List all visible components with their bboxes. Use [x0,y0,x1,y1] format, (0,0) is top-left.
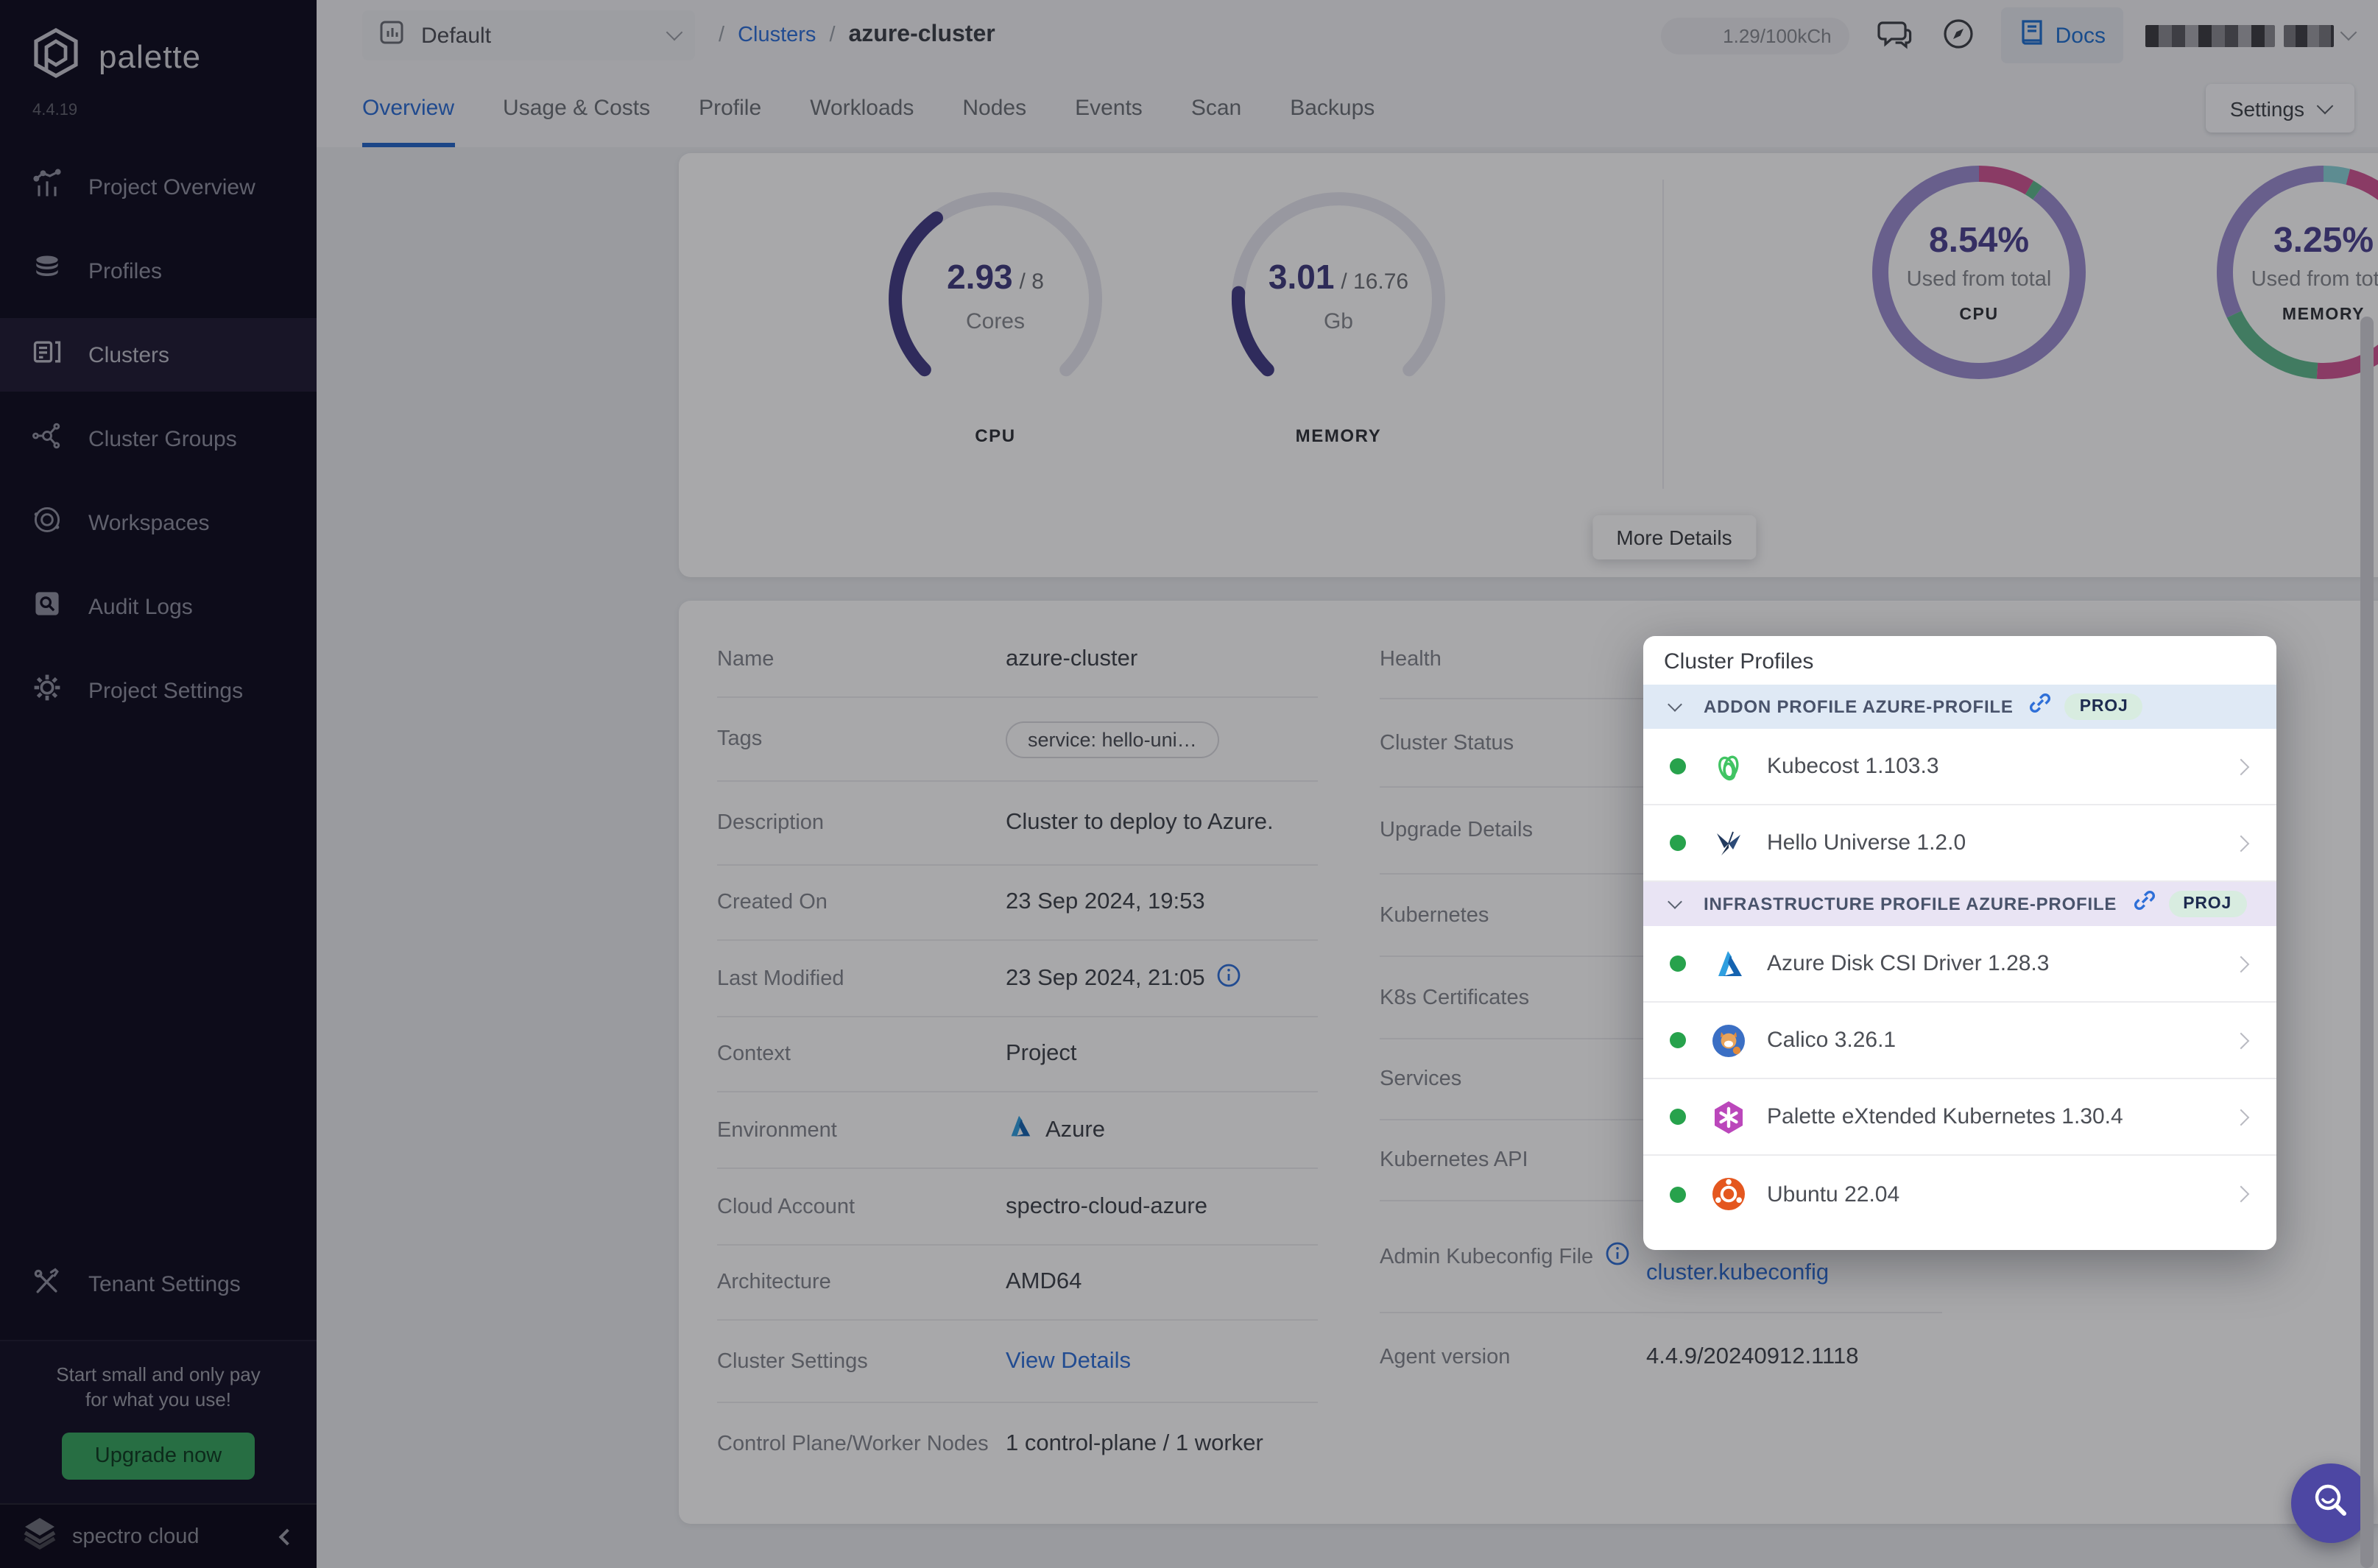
magnifier-smile-icon [2309,1479,2353,1528]
cluster-profiles-popup: Cluster Profiles ADDON PROFILE AZURE-PRO… [1643,636,2276,1250]
profile-layer-azure-disk[interactable]: Azure Disk CSI Driver 1.28.3 [1643,926,2276,1003]
vertical-scrollbar[interactable] [2360,317,2374,1568]
azure-icon [1710,944,1748,983]
chevron-down-icon [1668,894,1682,909]
chevron-right-icon [2233,1109,2250,1126]
profile-layer-pxk[interactable]: Palette eXtended Kubernetes 1.30.4 [1643,1079,2276,1156]
app-viewport: palette 4.4.19 Project Overview Profiles… [0,0,2378,1568]
chevron-right-icon [2233,956,2250,972]
profile-layer-ubuntu[interactable]: Ubuntu 22.04 [1643,1156,2276,1232]
kubecost-icon [1710,747,1748,785]
scope-badge: PROJ [2168,891,2246,917]
link-icon[interactable] [2131,888,2156,920]
link-icon[interactable] [2028,691,2053,723]
status-dot [1670,956,1686,972]
popup-title: Cluster Profiles [1643,636,2276,685]
status-dot [1670,1032,1686,1048]
chevron-right-icon [2233,1186,2250,1203]
scope-badge: PROJ [2065,693,2143,720]
ubuntu-icon [1710,1175,1748,1213]
status-dot [1670,758,1686,774]
profile-layer-calico[interactable]: Calico 3.26.1 [1643,1003,2276,1079]
status-dot [1670,835,1686,851]
chevron-right-icon [2233,835,2250,852]
profile-layer-kubecost[interactable]: Kubecost 1.103.3 [1643,729,2276,805]
infrastructure-profile-header[interactable]: INFRASTRUCTURE PROFILE AZURE-PROFILE PRO… [1643,882,2276,926]
chevron-down-icon [1668,697,1682,712]
palette-kubernetes-icon [1710,1098,1748,1136]
addon-profile-header[interactable]: ADDON PROFILE AZURE-PROFILE PROJ [1643,685,2276,729]
status-dot [1670,1109,1686,1125]
calico-icon [1710,1021,1748,1059]
status-dot [1670,1186,1686,1202]
hello-universe-icon [1710,824,1748,862]
profile-layer-hello-universe[interactable]: Hello Universe 1.2.0 [1643,805,2276,882]
chevron-right-icon [2233,758,2250,775]
chevron-right-icon [2233,1032,2250,1049]
help-search-fab[interactable] [2291,1463,2371,1543]
